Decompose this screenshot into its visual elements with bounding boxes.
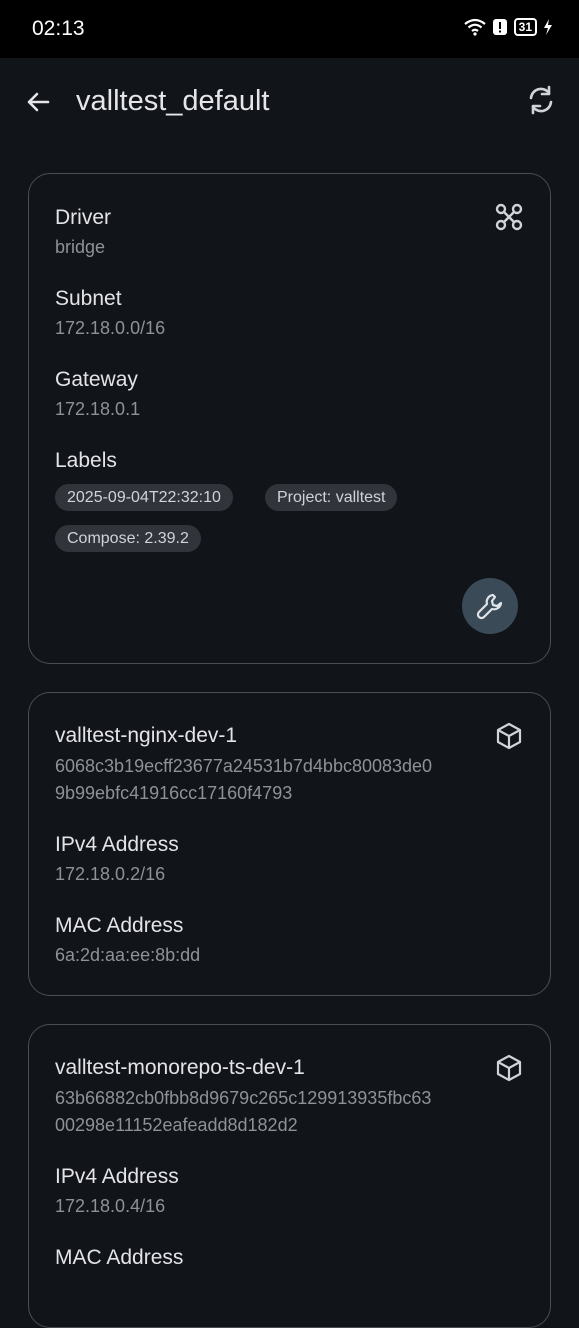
wifi-icon [463,18,486,36]
container-id: 6068c3b19ecff23677a24531b7d4bbc80083de0 9… [55,756,433,803]
subnet-label: Subnet [55,287,122,310]
refresh-icon[interactable] [525,84,557,116]
cube-icon [496,1054,522,1082]
ipv4-value: 172.18.0.2/16 [55,864,166,884]
status-icons: 31 [463,18,553,36]
mac-value: 6a:2d:aa:ee:8b:dd [55,945,201,965]
alert-icon [492,19,507,35]
page-title: valltest_default [76,85,270,117]
driver-value: bridge [55,237,106,257]
network-info-card: Driver bridge Subnet 172.18.0.0/16 Gatew… [28,173,551,664]
subnet-value: 172.18.0.0/16 [55,318,166,338]
back-arrow-icon[interactable] [22,86,54,118]
container-name: valltest-monorepo-ts-dev-1 [55,1056,305,1079]
container-card[interactable]: valltest-monorepo-ts-dev-1 63b66882cb0fb… [28,1024,551,1328]
mac-label: MAC Address [55,1246,184,1269]
label-chip: 2025-09-04T22:32:10 [55,484,233,511]
app-bar: valltest_default [0,58,579,144]
ipv4-label: IPv4 Address [55,833,179,856]
network-icon [495,203,523,231]
cube-icon [496,722,522,750]
container-name: valltest-nginx-dev-1 [55,724,238,747]
wrench-icon [476,593,503,620]
driver-label: Driver [55,206,111,229]
status-time: 02:13 [32,17,85,40]
label-chip: Project: valltest [265,484,398,511]
mac-label: MAC Address [55,914,184,937]
ipv4-label: IPv4 Address [55,1165,179,1188]
label-chip: Compose: 2.39.2 [55,525,201,552]
wrench-button[interactable] [462,578,518,634]
container-id: 63b66882cb0fbb8d9679c265c129913935fbc63 0… [55,1088,432,1135]
ipv4-value: 172.18.0.4/16 [55,1196,166,1216]
container-card[interactable]: valltest-nginx-dev-1 6068c3b19ecff23677a… [28,692,551,996]
labels-label: Labels [55,449,117,472]
status-bar: 02:13 31 [0,0,579,58]
battery-icon: 31 [513,18,537,36]
gateway-value: 172.18.0.1 [55,399,141,419]
gateway-label: Gateway [55,368,138,391]
charging-icon [544,19,552,35]
